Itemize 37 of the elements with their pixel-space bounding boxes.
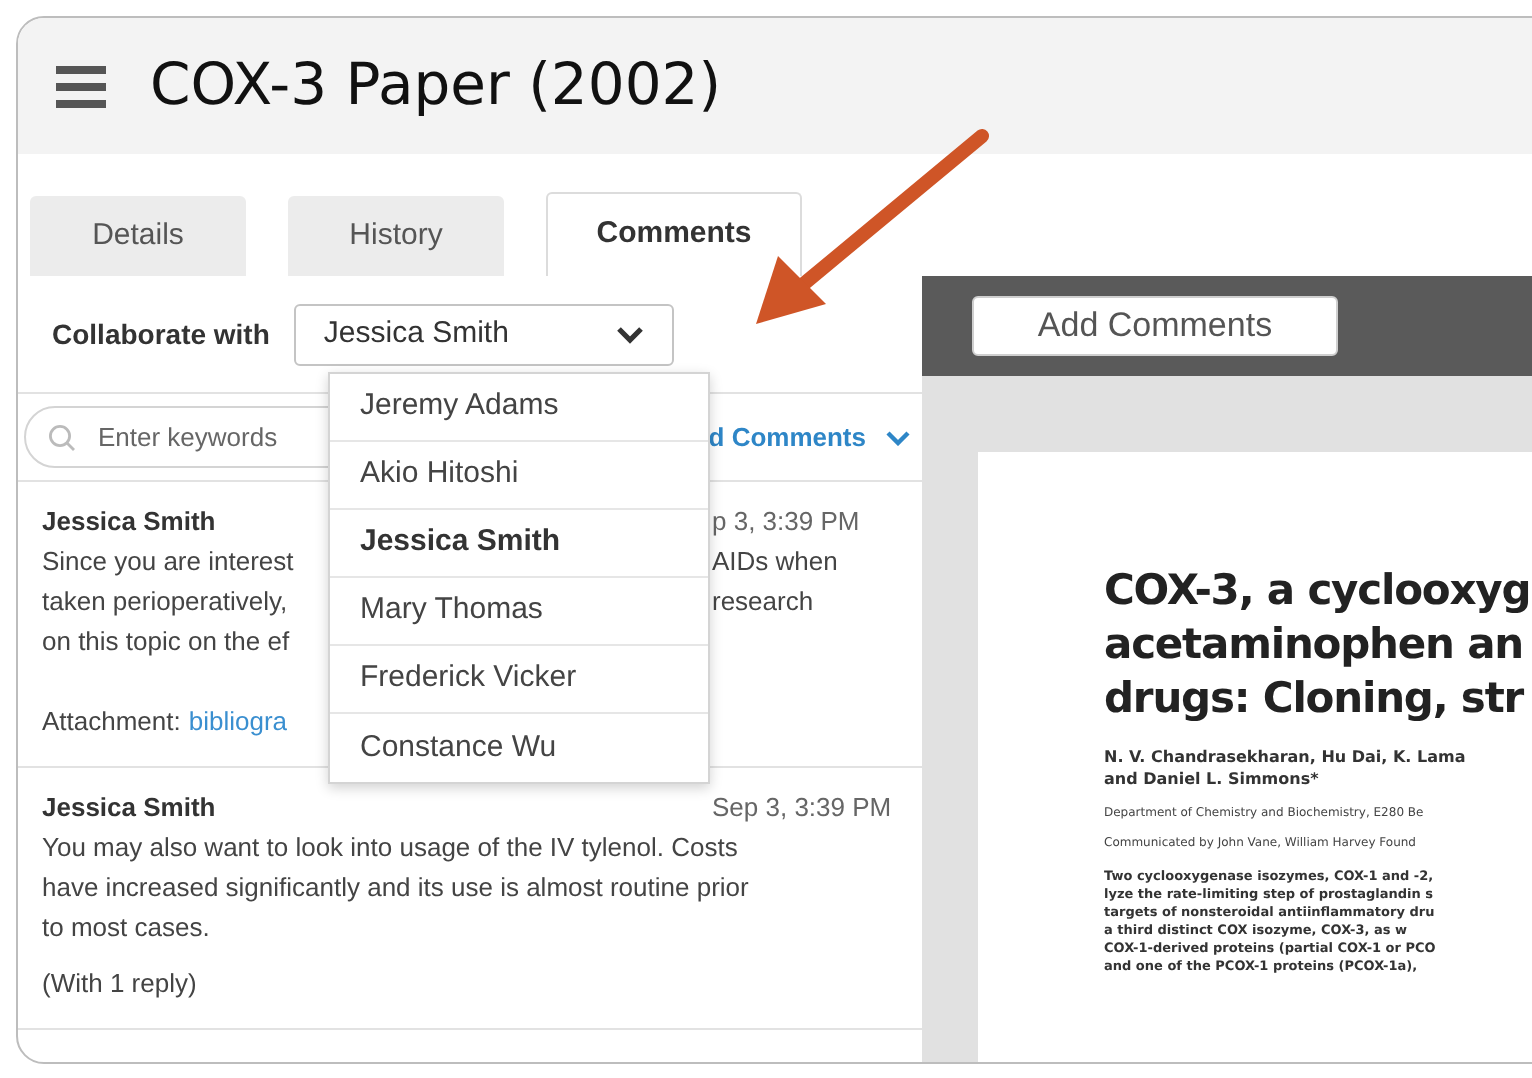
collaborator-select[interactable]: Jessica Smith xyxy=(293,303,674,365)
dropdown-option[interactable]: Jessica Smith xyxy=(330,510,708,578)
document-title: COX-3, a cyclooxyg xyxy=(1104,564,1532,618)
document-authors: N. V. Chandrasekharan, Hu Dai, K. Lama xyxy=(1104,746,1468,768)
comment-author: Jessica Smith xyxy=(42,504,216,540)
dropdown-option[interactable]: Frederick Vicker xyxy=(330,646,708,714)
tab[interactable]: History xyxy=(288,196,504,276)
dropdown-option[interactable]: Akio Hitoshi xyxy=(330,442,708,510)
search-icon xyxy=(48,424,76,452)
sort-comments-link[interactable]: d Comments xyxy=(708,417,910,457)
comment-text: research xyxy=(712,584,816,620)
comment-text: AIDs when xyxy=(712,544,840,580)
comment-text: taken perioperatively, xyxy=(42,584,288,620)
document-authors: and Daniel L. Simmons* xyxy=(1104,768,1321,790)
dropdown-option[interactable]: Mary Thomas xyxy=(330,578,708,646)
page-title: COX-3 Paper (2002) xyxy=(150,48,722,123)
tab[interactable]: Details xyxy=(30,196,246,276)
tab[interactable]: Comments xyxy=(546,192,802,276)
attachment-label: Attachment: xyxy=(42,704,181,740)
comment-text: Since you are interest xyxy=(42,544,294,580)
document-title: acetaminophen an xyxy=(1104,618,1526,672)
comment-text: to most cases. xyxy=(42,910,210,946)
comment-text: on this topic on the ef xyxy=(42,624,290,660)
reply-count: (With 1 reply) xyxy=(42,966,199,1002)
dropdown-option[interactable]: Constance Wu xyxy=(330,714,708,782)
menu-icon[interactable] xyxy=(56,65,106,107)
document-title: drugs: Cloning, str xyxy=(1104,672,1526,726)
dropdown-option[interactable]: Jeremy Adams xyxy=(330,374,708,442)
collaborate-label: Collaborate with xyxy=(52,315,270,353)
add-comments-button[interactable]: Add Comments xyxy=(972,296,1338,356)
comment-date: Sep 3, 3:39 PM xyxy=(712,790,894,826)
comment-text: You may also want to look into usage of the IV tylenol. Costs xyxy=(42,830,738,866)
comment-date: p 3, 3:39 PM xyxy=(712,504,862,540)
chevron-icon xyxy=(615,325,644,343)
comment-author: Jessica Smith xyxy=(42,790,216,826)
comment-text: have increased significantly and its use is almost routine prior xyxy=(42,870,749,906)
chevron-down-icon xyxy=(886,429,910,445)
